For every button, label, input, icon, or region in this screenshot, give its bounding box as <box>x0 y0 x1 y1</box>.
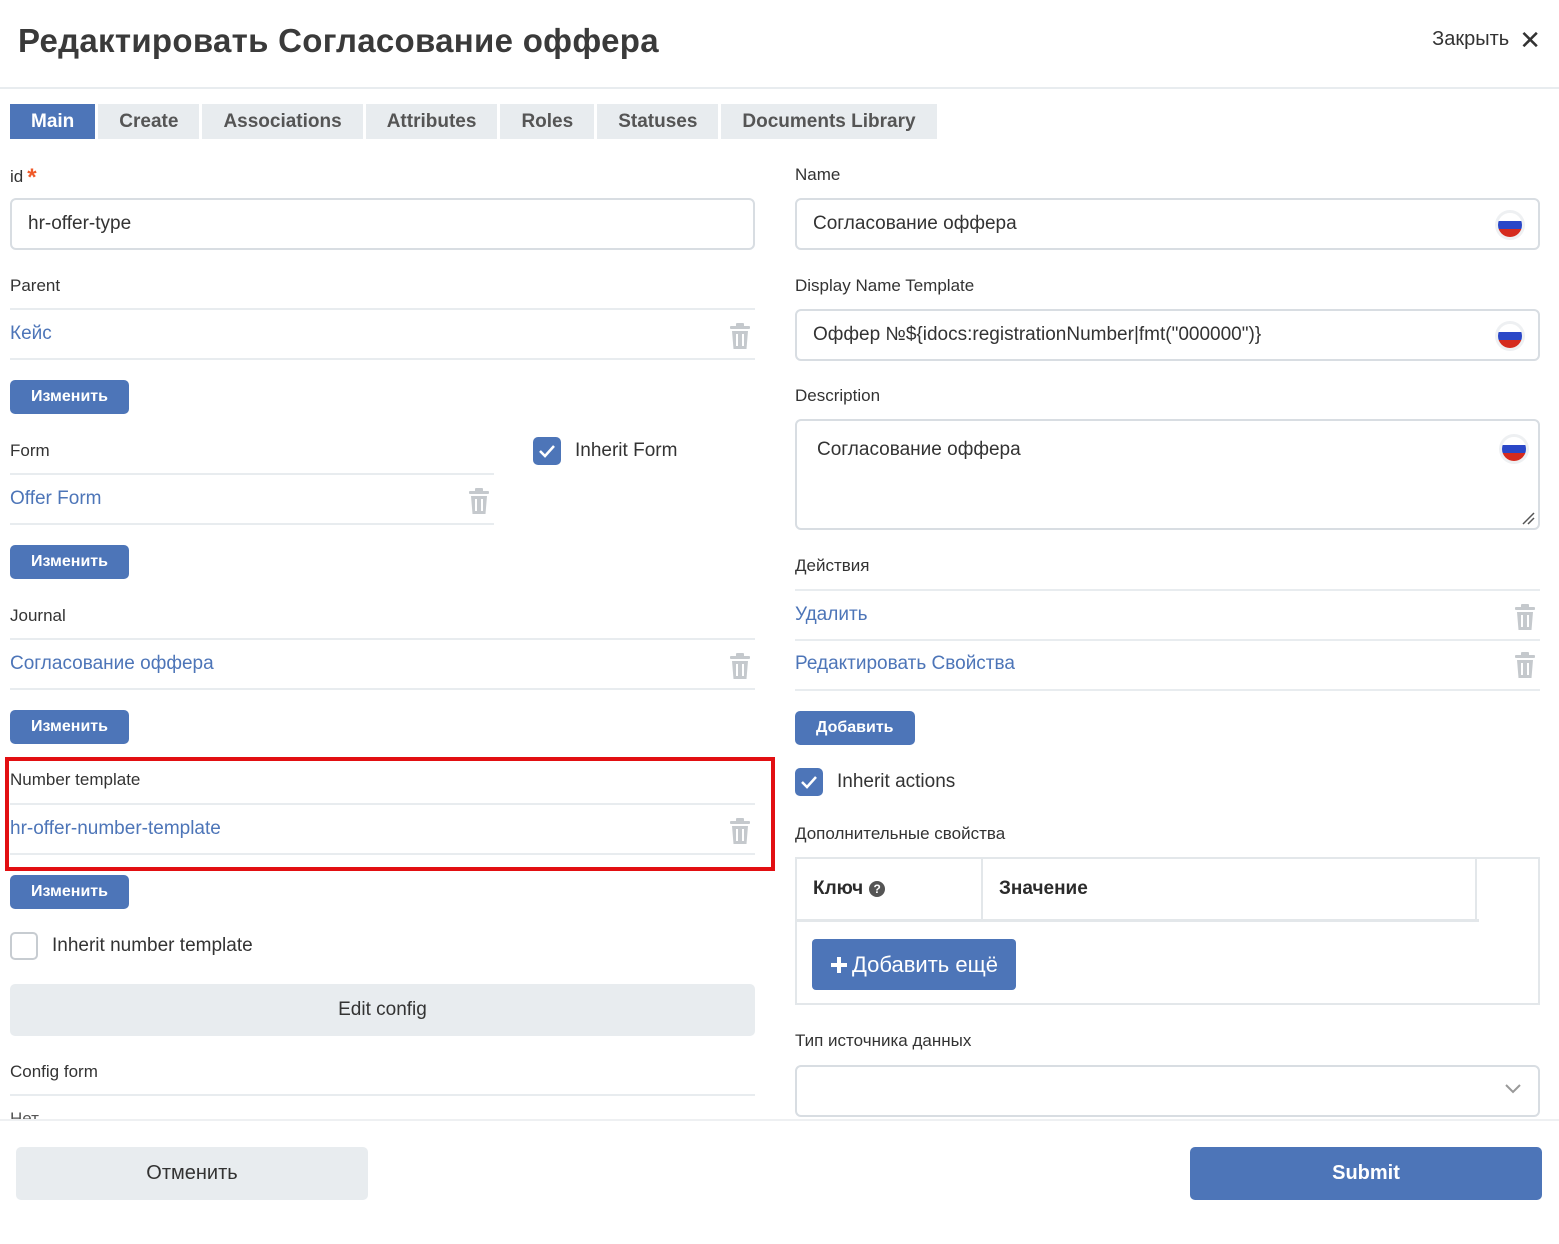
help-icon[interactable]: ? <box>869 881 886 897</box>
key-column-header: Ключ ? <box>797 859 983 919</box>
form-label: Form <box>10 441 50 460</box>
extra-props-label: Дополнительные свойства <box>795 824 1006 843</box>
required-mark: * <box>27 164 37 191</box>
key-value-header: Ключ ? Значение <box>797 859 1479 922</box>
parent-row: Кейс <box>10 308 755 360</box>
name-value: Согласование оффера <box>813 213 1017 234</box>
tab-bar: Main Create Associations Attributes Role… <box>10 104 937 139</box>
config-form-value: Нет <box>10 1110 39 1119</box>
check-icon <box>539 445 555 458</box>
ru-flag-icon[interactable] <box>1502 437 1526 461</box>
change-form-button[interactable]: Изменить <box>10 545 129 579</box>
name-input[interactable]: Согласование оффера <box>795 198 1540 250</box>
parent-label: Parent <box>10 276 61 295</box>
inherit-actions-checkbox[interactable]: Inherit actions <box>795 768 955 796</box>
description-value: Согласование оффера <box>817 439 1021 460</box>
tab-statuses[interactable]: Statuses <box>597 104 719 139</box>
close-label: Закрыть <box>1432 28 1510 50</box>
name-label: Name <box>795 165 841 184</box>
ru-flag-icon[interactable] <box>1498 324 1522 348</box>
tab-associations[interactable]: Associations <box>202 104 363 139</box>
tab-create[interactable]: Create <box>98 104 200 139</box>
add-more-button[interactable]: Добавить ещё <box>812 939 1016 990</box>
form-link[interactable]: Offer Form <box>10 488 102 510</box>
parent-link[interactable]: Кейс <box>10 323 52 345</box>
id-label: id * <box>10 164 37 192</box>
journal-row: Согласование оффера <box>10 638 755 690</box>
actions-label: Действия <box>795 556 870 575</box>
display-name-template-input[interactable]: Оффер №${idocs:registrationNumber|fmt("0… <box>795 309 1540 361</box>
resize-handle-icon[interactable] <box>1521 511 1535 525</box>
id-label-text: id <box>10 167 24 186</box>
key-header-label: Ключ <box>813 878 864 899</box>
config-form-label: Config form <box>10 1062 98 1081</box>
plus-icon <box>831 956 848 973</box>
checkbox-checked <box>795 768 823 796</box>
id-value: hr-offer-type <box>28 213 132 234</box>
divider <box>10 1094 755 1096</box>
inherit-number-template-checkbox[interactable]: Inherit number template <box>10 932 253 960</box>
data-source-label: Тип источника данных <box>795 1031 972 1050</box>
display-name-template-value: Оффер №${idocs:registrationNumber|fmt("0… <box>813 324 1262 345</box>
check-icon <box>801 776 817 789</box>
data-source-select[interactable] <box>795 1065 1540 1117</box>
form-row: Offer Form <box>10 473 494 525</box>
tab-main[interactable]: Main <box>10 104 96 139</box>
chevron-down-icon <box>1505 1084 1521 1094</box>
inherit-actions-label: Inherit actions <box>837 771 956 792</box>
description-textarea[interactable]: Согласование оффера <box>795 419 1540 530</box>
inherit-number-template-label: Inherit number template <box>52 935 253 956</box>
description-label: Description <box>795 386 881 405</box>
trash-icon[interactable] <box>1514 604 1536 630</box>
trash-icon[interactable] <box>1514 652 1536 678</box>
inherit-form-checkbox[interactable]: Inherit Form <box>533 437 677 465</box>
trash-icon[interactable] <box>729 323 751 349</box>
change-parent-button[interactable]: Изменить <box>10 380 129 414</box>
tab-attributes[interactable]: Attributes <box>365 104 498 139</box>
close-button[interactable]: Закрыть ✕ <box>1432 24 1541 55</box>
value-column-header: Значение <box>983 859 1477 919</box>
action-row: Редактировать Свойства <box>795 639 1540 691</box>
cancel-button[interactable]: Отменить <box>16 1147 368 1200</box>
add-more-label: Добавить ещё <box>852 951 998 977</box>
edit-config-button[interactable]: Edit config <box>10 984 755 1036</box>
action-row: Удалить <box>795 589 1540 641</box>
footer-divider <box>0 1119 1559 1121</box>
journal-label: Journal <box>10 606 66 625</box>
checkbox-unchecked <box>10 932 38 960</box>
action-edit-properties-link[interactable]: Редактировать Свойства <box>795 653 1015 675</box>
id-input[interactable]: hr-offer-type <box>10 198 755 250</box>
key-value-table: Ключ ? Значение Добавить ещё <box>795 857 1540 1005</box>
display-name-template-label: Display Name Template <box>795 276 975 295</box>
trash-icon[interactable] <box>468 488 490 514</box>
inherit-form-label: Inherit Form <box>575 440 678 461</box>
add-action-button[interactable]: Добавить <box>795 711 915 745</box>
trash-icon[interactable] <box>729 653 751 679</box>
highlight-box <box>5 757 775 871</box>
ru-flag-icon[interactable] <box>1498 213 1522 237</box>
checkbox-checked <box>533 437 561 465</box>
change-journal-button[interactable]: Изменить <box>10 710 129 744</box>
page-title: Редактировать Согласование оффера <box>18 22 659 59</box>
action-delete-link[interactable]: Удалить <box>795 604 868 626</box>
close-icon: ✕ <box>1519 24 1541 55</box>
submit-button[interactable]: Submit <box>1190 1147 1542 1200</box>
tab-roles[interactable]: Roles <box>500 104 595 139</box>
journal-link[interactable]: Согласование оффера <box>10 653 214 675</box>
modal-header: Редактировать Согласование оффера Закрыт… <box>0 0 1559 89</box>
change-number-template-button[interactable]: Изменить <box>10 875 129 909</box>
tab-documents-library[interactable]: Documents Library <box>721 104 937 139</box>
